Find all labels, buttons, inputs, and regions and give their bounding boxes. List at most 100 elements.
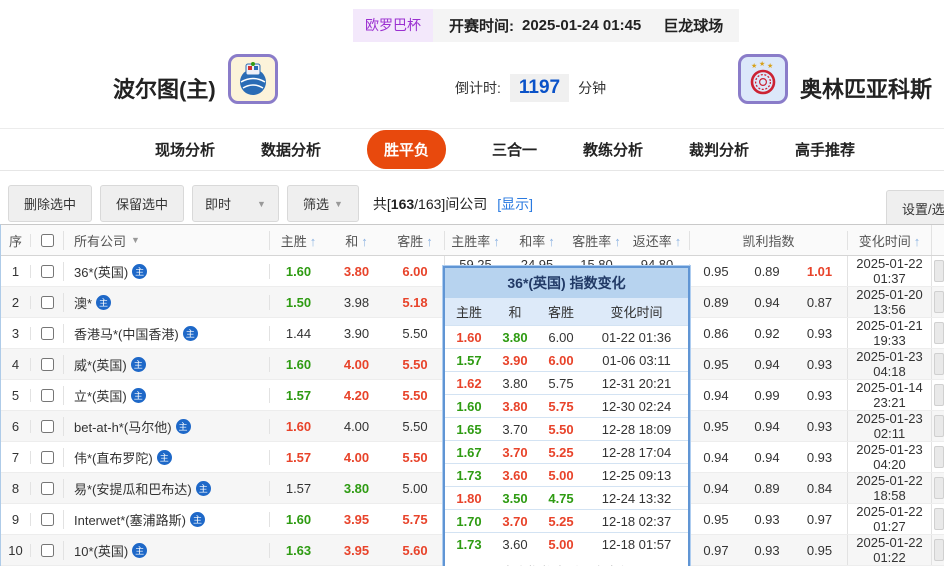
row-checkbox[interactable] <box>40 481 54 495</box>
instant-dropdown[interactable]: 即时 ▼ <box>192 185 279 222</box>
popup-odds-cell[interactable]: 1.73 <box>445 468 493 483</box>
popup-odds-cell[interactable]: 5.00 <box>537 537 585 552</box>
row-checkbox[interactable] <box>40 543 54 557</box>
header-change-time[interactable]: 变化时间 ↑ <box>847 230 931 250</box>
show-link[interactable]: [显示] <box>497 194 533 214</box>
row-checkbox[interactable] <box>40 388 54 402</box>
popup-odds-cell[interactable]: 3.80 <box>493 399 537 414</box>
nav-tab-6[interactable]: 裁判分析 <box>689 139 749 160</box>
popup-odds-cell[interactable]: 5.25 <box>537 514 585 529</box>
row-checkbox[interactable] <box>40 512 54 526</box>
popup-odds-cell[interactable]: 5.25 <box>537 445 585 460</box>
header-return-rate[interactable]: 返还率 ↑ <box>625 231 689 250</box>
odds-cell[interactable]: 5.18 <box>386 295 444 310</box>
popup-odds-cell[interactable]: 1.57 <box>445 353 493 368</box>
odds-cell[interactable]: 1.60 <box>269 356 327 372</box>
odds-cell[interactable]: 3.90 <box>327 326 386 341</box>
popup-odds-cell[interactable]: 3.70 <box>493 514 537 529</box>
nav-tab-7[interactable]: 高手推荐 <box>795 139 855 160</box>
odds-cell[interactable]: 5.50 <box>386 388 444 403</box>
nav-tab-1[interactable]: 现场分析 <box>155 139 215 160</box>
cutoff-button[interactable] <box>934 539 944 561</box>
settings-select-button[interactable]: 设置/选择 <box>886 190 944 227</box>
popup-odds-cell[interactable]: 5.50 <box>537 422 585 437</box>
odds-cell[interactable]: 3.80 <box>327 481 386 496</box>
cutoff-button[interactable] <box>934 353 944 375</box>
odds-cell[interactable]: 3.95 <box>327 512 386 527</box>
cutoff-button[interactable] <box>934 415 944 437</box>
odds-cell[interactable]: 6.00 <box>386 264 444 279</box>
cutoff-button[interactable] <box>934 260 944 282</box>
popup-odds-cell[interactable]: 3.80 <box>493 376 537 391</box>
odds-cell[interactable]: 4.00 <box>327 419 386 434</box>
nav-tab-2[interactable]: 数据分析 <box>261 139 321 160</box>
cutoff-button[interactable] <box>934 384 944 406</box>
header-away-rate[interactable]: 客胜率 ↑ <box>568 231 625 250</box>
odds-cell[interactable]: 5.00 <box>386 481 444 496</box>
popup-odds-cell[interactable]: 3.70 <box>493 422 537 437</box>
header-company[interactable]: 所有公司 ▼ <box>63 230 269 250</box>
popup-odds-cell[interactable]: 5.00 <box>537 468 585 483</box>
row-checkbox[interactable] <box>40 450 54 464</box>
odds-cell[interactable]: 5.60 <box>386 543 444 558</box>
popup-odds-cell[interactable]: 3.60 <box>493 537 537 552</box>
odds-cell[interactable]: 1.57 <box>269 449 327 465</box>
row-checkbox[interactable] <box>40 295 54 309</box>
odds-cell[interactable]: 3.95 <box>327 543 386 558</box>
popup-odds-cell[interactable]: 3.70 <box>493 445 537 460</box>
odds-cell[interactable]: 1.60 <box>269 418 327 434</box>
nav-tab-5[interactable]: 教练分析 <box>583 139 643 160</box>
cutoff-button[interactable] <box>934 446 944 468</box>
popup-odds-cell[interactable]: 1.60 <box>445 330 493 345</box>
popup-odds-cell[interactable]: 1.70 <box>445 514 493 529</box>
popup-odds-cell[interactable]: 1.60 <box>445 399 493 414</box>
odds-cell[interactable]: 1.60 <box>269 511 327 527</box>
odds-cell[interactable]: 1.60 <box>269 263 327 279</box>
odds-cell[interactable]: 5.50 <box>386 419 444 434</box>
delete-selected-button[interactable]: 删除选中 <box>8 185 93 222</box>
nav-tab-4[interactable]: 三合一 <box>492 139 537 160</box>
popup-odds-cell[interactable]: 3.80 <box>493 330 537 345</box>
odds-cell[interactable]: 1.44 <box>269 325 327 341</box>
popup-odds-cell[interactable]: 1.62 <box>445 376 493 391</box>
odds-cell[interactable]: 5.75 <box>386 512 444 527</box>
keep-selected-button[interactable]: 保留选中 <box>100 185 185 222</box>
popup-odds-cell[interactable]: 4.75 <box>537 491 585 506</box>
row-checkbox[interactable] <box>40 326 54 340</box>
popup-odds-cell[interactable]: 3.60 <box>493 468 537 483</box>
row-checkbox[interactable] <box>40 357 54 371</box>
odds-cell[interactable]: 5.50 <box>386 326 444 341</box>
popup-odds-cell[interactable]: 1.80 <box>445 491 493 506</box>
odds-cell[interactable]: 3.80 <box>327 264 386 279</box>
odds-cell[interactable]: 1.63 <box>269 542 327 558</box>
row-checkbox[interactable] <box>40 264 54 278</box>
odds-cell[interactable]: 1.50 <box>269 294 327 310</box>
nav-tab-3[interactable]: 胜平负 <box>366 130 446 169</box>
cutoff-button[interactable] <box>934 322 944 344</box>
odds-cell[interactable]: 1.57 <box>269 480 327 496</box>
odds-cell[interactable]: 5.50 <box>386 357 444 372</box>
header-draw-rate[interactable]: 和率 ↑ <box>506 231 568 250</box>
filter-dropdown[interactable]: 筛选 ▼ <box>286 185 359 222</box>
odds-cell[interactable]: 3.98 <box>327 295 386 310</box>
popup-odds-cell[interactable]: 1.67 <box>445 445 493 460</box>
odds-cell[interactable]: 5.50 <box>386 450 444 465</box>
header-draw-odds[interactable]: 和 ↑ <box>327 231 386 250</box>
header-home-rate[interactable]: 主胜率 ↑ <box>444 230 506 250</box>
row-checkbox[interactable] <box>40 419 54 433</box>
header-home-odds[interactable]: 主胜 ↑ <box>269 230 327 250</box>
odds-cell[interactable]: 4.20 <box>327 388 386 403</box>
cutoff-button[interactable] <box>934 477 944 499</box>
odds-cell[interactable]: 4.00 <box>327 357 386 372</box>
select-all-checkbox[interactable] <box>40 233 54 247</box>
popup-odds-cell[interactable]: 3.50 <box>493 491 537 506</box>
odds-cell[interactable]: 1.57 <box>269 387 327 403</box>
odds-cell[interactable]: 4.00 <box>327 450 386 465</box>
popup-odds-cell[interactable]: 5.75 <box>537 399 585 414</box>
header-away-odds[interactable]: 客胜 ↑ <box>386 231 444 250</box>
popup-odds-cell[interactable]: 6.00 <box>537 353 585 368</box>
popup-odds-cell[interactable]: 6.00 <box>537 330 585 345</box>
popup-odds-cell[interactable]: 1.65 <box>445 422 493 437</box>
popup-odds-cell[interactable]: 1.73 <box>445 537 493 552</box>
popup-odds-cell[interactable]: 3.90 <box>493 353 537 368</box>
